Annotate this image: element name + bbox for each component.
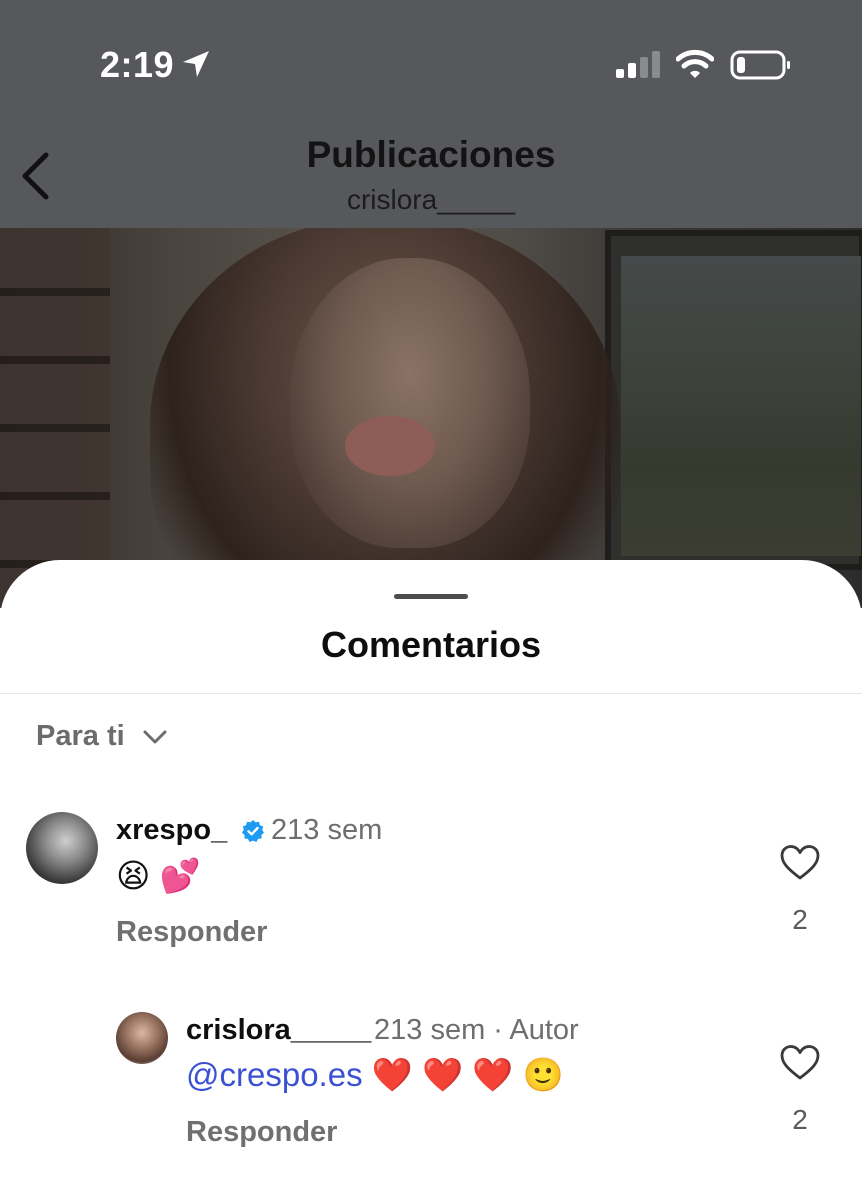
reply-button[interactable]: Responder	[116, 916, 267, 949]
location-arrow-icon	[183, 51, 209, 77]
avatar[interactable]	[116, 1012, 168, 1064]
battery-icon	[730, 50, 790, 80]
like-count: 2	[792, 1104, 808, 1135]
cellular-signal-icon	[616, 51, 660, 78]
sort-dropdown[interactable]: Para ti	[36, 720, 169, 753]
heart-icon[interactable]	[780, 1044, 820, 1082]
like-count: 2	[792, 904, 808, 935]
avatar[interactable]	[26, 812, 98, 884]
comment-username[interactable]: xrespo_	[116, 814, 227, 847]
top-bar: 2:19 Publicaciones crislora_____	[0, 0, 862, 228]
comment-text: 😫 💕	[116, 857, 201, 894]
comment-timestamp: 213 sem	[271, 814, 383, 846]
mention-link[interactable]: @crespo.es	[186, 1056, 363, 1093]
status-time: 2:19	[100, 44, 175, 85]
page-subtitle[interactable]: crislora_____	[0, 184, 862, 216]
comment-timestamp: 213 sem · Autor	[374, 1014, 579, 1046]
heart-icon[interactable]	[780, 844, 820, 882]
video-person-face	[290, 258, 530, 548]
chevron-down-icon	[143, 730, 167, 743]
video-background-shelf	[0, 228, 110, 608]
sheet-drag-handle[interactable]	[394, 594, 468, 599]
reply-button[interactable]: Responder	[186, 1116, 337, 1149]
comments-sheet: Comentarios Para ti xrespo_ 213 sem 😫 💕 …	[0, 560, 862, 1200]
verified-badge-icon	[242, 820, 264, 842]
page-title: Publicaciones	[306, 134, 556, 175]
comment-username[interactable]: crislora_____	[186, 1014, 371, 1047]
comment-text: @crespo.es ❤️ ❤️ ❤️ 🙂	[186, 1056, 564, 1095]
divider	[0, 693, 862, 694]
video-background-painting	[605, 230, 862, 570]
comment-emoji-text: ❤️ ❤️ ❤️ 🙂	[362, 1056, 564, 1093]
video-preview[interactable]	[0, 228, 862, 608]
wifi-icon	[676, 49, 714, 78]
comments-title: Comentarios	[320, 624, 542, 665]
video-person-lips	[345, 416, 435, 476]
sort-selected-label: Para ti	[36, 720, 125, 752]
